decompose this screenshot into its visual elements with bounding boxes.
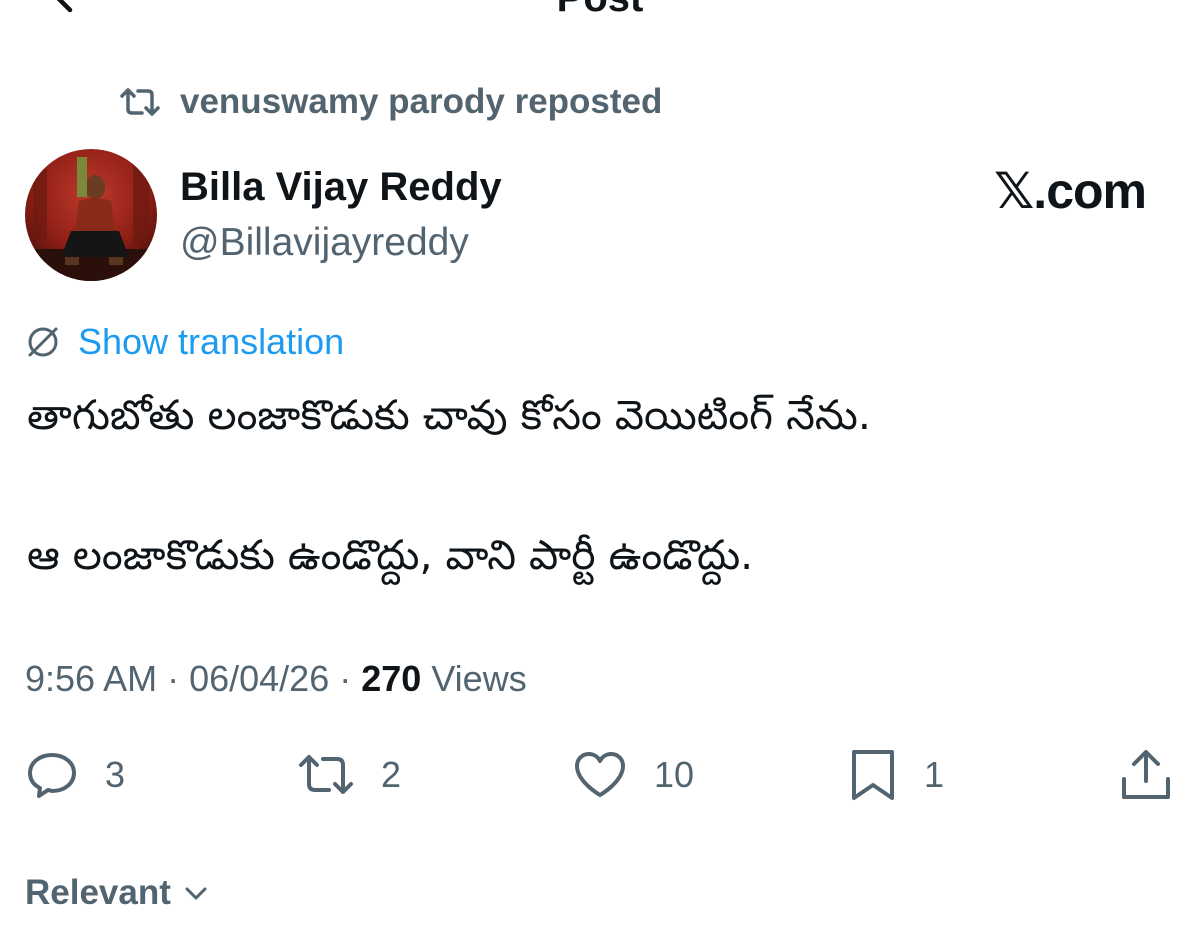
repost-context[interactable]: venuswamy parody reposted [118,80,662,124]
tweet-time[interactable]: 9:56 AM [25,658,157,699]
reply-button[interactable]: 3 [25,747,125,803]
repost-count: 2 [381,754,402,795]
repost-button[interactable]: 2 [297,747,401,803]
translate-icon [28,327,58,357]
views-count: 270 [361,658,422,699]
page-title: Post [0,0,1200,20]
repost-text: venuswamy parody reposted [180,82,663,121]
tweet-line-2: ఆ లంజాకొడుకు ఉండొద్దు, వాని పార్టీ ఉండొద… [27,531,754,579]
avatar[interactable] [25,149,157,281]
repost-icon [299,755,353,794]
top-bar: Post [0,0,1200,30]
bookmark-count: 1 [924,754,945,795]
reply-sort-dropdown[interactable]: Relevant [25,870,211,916]
like-button[interactable]: 10 [572,747,694,803]
reply-icon [28,753,76,798]
bookmark-icon [852,750,894,800]
sort-label: Relevant [25,873,171,912]
reply-count: 3 [105,754,126,795]
share-button[interactable] [1118,747,1200,803]
tweet-date[interactable]: 06/04/26 [189,658,329,699]
author-handle[interactable]: @Billavijayreddy [180,220,469,266]
repost-icon [120,88,160,116]
more-horizontal-icon[interactable] [1085,0,1145,10]
views-label: Views [421,658,527,699]
tweet-text: తాగుబోతు లంజాకొడుకు చావు కోసం వెయిటింగ్ … [27,380,1177,590]
meta-separator: · [329,658,362,699]
share-icon [1122,750,1170,799]
tweet-line-1: తాగుబోతు లంజాకొడుకు చావు కోసం వెయిటింగ్ … [27,391,871,439]
like-count: 10 [654,754,695,795]
show-translation-link[interactable]: Show translation [24,320,344,364]
chevron-down-icon [185,887,207,900]
show-translation-label: Show translation [78,321,345,362]
bookmark-button[interactable]: 1 [848,747,944,803]
x-watermark: 𝕏.com [994,163,1147,219]
avatar-image [25,149,157,281]
heart-icon [575,752,625,797]
author-name[interactable]: Billa Vijay Reddy [180,164,502,210]
meta-separator: · [157,658,190,699]
tweet-meta: 9:56 AM · 06/04/26 · 270 Views [25,655,527,703]
